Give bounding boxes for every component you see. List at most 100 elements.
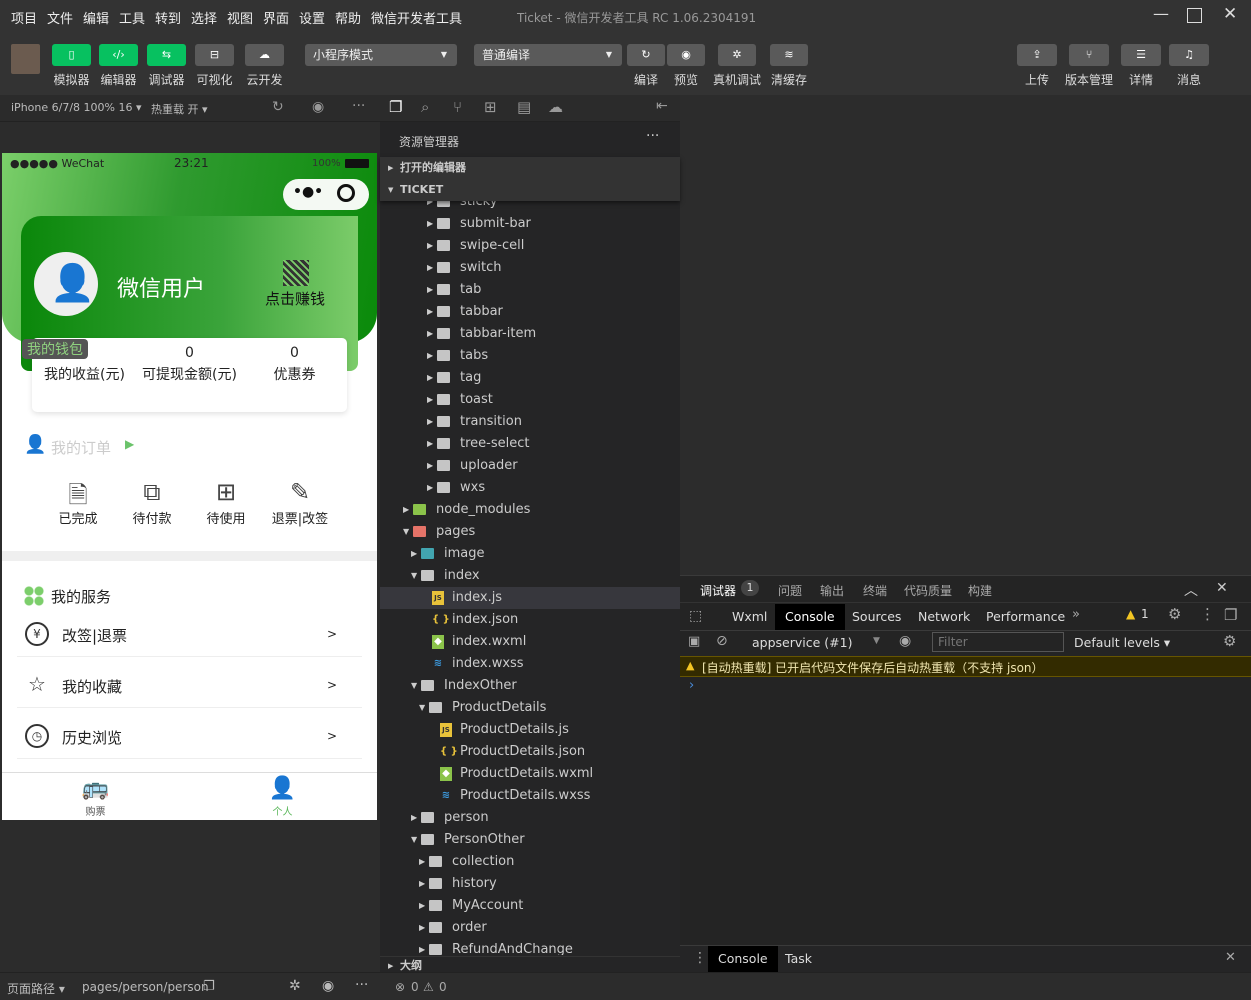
tree-folder[interactable]: ▶ toast xyxy=(380,389,680,411)
tree-folder[interactable]: ▶ tab xyxy=(380,279,680,301)
inspect-element-icon[interactable]: ⬚ xyxy=(689,608,702,624)
tree-file[interactable]: { } index.json xyxy=(380,609,680,631)
tab-购票[interactable]: 🚌 购票 xyxy=(2,775,189,820)
menu-8[interactable]: 设置 xyxy=(299,8,325,27)
qr-label[interactable]: 点击赚钱 xyxy=(265,288,325,309)
版本管理-button[interactable]: ⑂ xyxy=(1069,44,1109,66)
tree-folder[interactable]: ▶ image xyxy=(380,543,680,565)
error-icon[interactable]: ⊗ xyxy=(395,980,405,994)
wallet-label[interactable]: 我的收益(元) xyxy=(32,364,137,384)
rotate-icon[interactable]: ↻ xyxy=(272,99,284,115)
tree-folder[interactable]: ▶ uploader xyxy=(380,455,680,477)
tree-folder[interactable]: ▶ tag xyxy=(380,367,680,389)
menu-7[interactable]: 界面 xyxy=(263,8,289,27)
cloud-whale-icon[interactable]: ☁ xyxy=(548,98,563,116)
menu-10[interactable]: 微信开发者工具 xyxy=(371,8,462,27)
tree-folder[interactable]: ▶ tabbar xyxy=(380,301,680,323)
service-item[interactable]: ¥ 改签|退票 > xyxy=(17,613,362,657)
more-dots-icon[interactable]: •●• xyxy=(293,184,323,200)
wallet-label[interactable]: 可提现金额(元) xyxy=(137,364,242,384)
tree-folder[interactable]: ▶ tree-select xyxy=(380,433,680,455)
settings-icon[interactable]: ⚙ xyxy=(1168,605,1181,623)
close-target-icon[interactable] xyxy=(337,184,355,202)
编译-button[interactable]: ↻ xyxy=(627,44,665,66)
clear-console-icon[interactable]: ⊘ xyxy=(716,633,728,649)
open-editors-section[interactable]: ▶ 打开的编辑器 xyxy=(380,157,680,179)
menu-9[interactable]: 帮助 xyxy=(335,8,361,27)
debugger-tab[interactable]: 代码质量 xyxy=(904,582,952,599)
close-button[interactable]: ✕ xyxy=(1223,4,1237,24)
tree-folder[interactable]: ▶ transition xyxy=(380,411,680,433)
save-icon[interactable]: ▤ xyxy=(517,98,531,116)
levels-select[interactable]: Default levels ▾ xyxy=(1074,635,1170,650)
tree-file[interactable]: JS index.js xyxy=(380,587,680,609)
collapse-up-icon[interactable]: ︿ xyxy=(1184,580,1198,600)
tree-file[interactable]: ◆ index.wxml xyxy=(380,631,680,653)
tree-folder[interactable]: ▶ node_modules xyxy=(380,499,680,521)
tree-file[interactable]: ◆ ProductDetails.wxml xyxy=(380,763,680,785)
stop-icon[interactable]: ◉ xyxy=(312,99,324,115)
user-avatar[interactable] xyxy=(11,44,40,74)
tab-个人[interactable]: 👤 个人 xyxy=(189,775,376,820)
close-drawer-icon[interactable]: ✕ xyxy=(1225,950,1236,965)
消息-button[interactable]: ♫ xyxy=(1169,44,1209,66)
service-item[interactable]: ◷ 历史浏览 > xyxy=(17,715,362,759)
copy-icon[interactable]: ❐ xyxy=(203,979,215,994)
drawer-tab[interactable]: Task xyxy=(775,946,822,972)
undock-icon[interactable]: ❐ xyxy=(1224,606,1237,624)
close-panel-icon[interactable]: ✕ xyxy=(1216,580,1228,596)
menu-3[interactable]: 工具 xyxy=(119,8,145,27)
tree-folder[interactable]: ▶ wxs xyxy=(380,477,680,499)
tree-folder[interactable]: ▶ sticky xyxy=(380,201,680,213)
order-item[interactable]: ✎ 退票|改签 xyxy=(260,478,340,533)
eye-icon[interactable]: ◉ xyxy=(899,633,911,649)
filter-input[interactable] xyxy=(932,632,1064,652)
search-icon[interactable]: ⌕ xyxy=(421,98,429,116)
console-prompt[interactable]: › xyxy=(689,678,694,693)
extensions-icon[interactable]: ⊞ xyxy=(484,98,497,116)
tree-folder[interactable]: ▶ swipe-cell xyxy=(380,235,680,257)
device-select[interactable]: iPhone 6/7/8 100% 16 ▾ xyxy=(11,101,142,114)
mode-select[interactable]: 小程序模式 ▼ xyxy=(305,44,457,66)
tree-folder[interactable]: ▶ switch xyxy=(380,257,680,279)
devtools-tab-console[interactable]: Console xyxy=(775,604,845,630)
预览-button[interactable]: ◉ xyxy=(667,44,705,66)
bug-icon[interactable]: ✲ xyxy=(289,978,301,994)
collapse-panel-icon[interactable]: ⇤ xyxy=(656,98,668,114)
devtools-tab-network[interactable]: Network xyxy=(908,604,980,630)
云开发-button[interactable]: ☁ xyxy=(245,44,284,66)
eye-icon[interactable]: ◉ xyxy=(322,978,334,994)
menu-4[interactable]: 转到 xyxy=(155,8,181,27)
debugger-tab[interactable]: 终端 xyxy=(863,582,887,599)
上传-button[interactable]: ⇪ xyxy=(1017,44,1057,66)
tree-folder[interactable]: ▶ tabs xyxy=(380,345,680,367)
order-item[interactable]: 🗎 已完成 xyxy=(38,478,118,533)
order-item[interactable]: ⊞ 待使用 xyxy=(186,478,266,533)
more-tabs-icon[interactable]: » xyxy=(1072,607,1080,622)
more-icon[interactable]: ··· xyxy=(352,98,365,114)
模拟器-button[interactable]: ▯ xyxy=(52,44,91,66)
tree-file[interactable]: ≋ index.wxss xyxy=(380,653,680,675)
tree-folder[interactable]: ▶ submit-bar xyxy=(380,213,680,235)
compile-select[interactable]: 普通编译 ▼ xyxy=(474,44,622,66)
more-actions-icon[interactable]: ··· xyxy=(646,128,659,144)
order-item[interactable]: ⧉ 待付款 xyxy=(112,478,192,533)
maximize-button[interactable] xyxy=(1187,8,1202,23)
tree-file[interactable]: { } ProductDetails.json xyxy=(380,741,680,763)
drawer-tab[interactable]: Console xyxy=(708,946,778,972)
play-arrow-icon[interactable]: ▶ xyxy=(125,437,134,451)
tree-folder[interactable]: ▼ pages xyxy=(380,521,680,543)
menu-5[interactable]: 选择 xyxy=(191,8,217,27)
more-icon[interactable]: ··· xyxy=(355,977,368,993)
tree-folder[interactable]: ▼ PersonOther xyxy=(380,829,680,851)
sidebar-toggle-icon[interactable]: ▣ xyxy=(688,634,700,649)
真机调试-button[interactable]: ✲ xyxy=(718,44,756,66)
tree-folder[interactable]: ▶ RefundAndChange xyxy=(380,939,680,955)
warning-count[interactable]: 1 xyxy=(1141,607,1149,621)
tree-folder[interactable]: ▼ ProductDetails xyxy=(380,697,680,719)
调试器-button[interactable]: ⇆ xyxy=(147,44,186,66)
tree-file[interactable]: JS ProductDetails.js xyxy=(380,719,680,741)
清缓存-button[interactable]: ≋ xyxy=(770,44,808,66)
编辑器-button[interactable]: ‹/› xyxy=(99,44,138,66)
minimize-button[interactable]: — xyxy=(1153,4,1169,23)
